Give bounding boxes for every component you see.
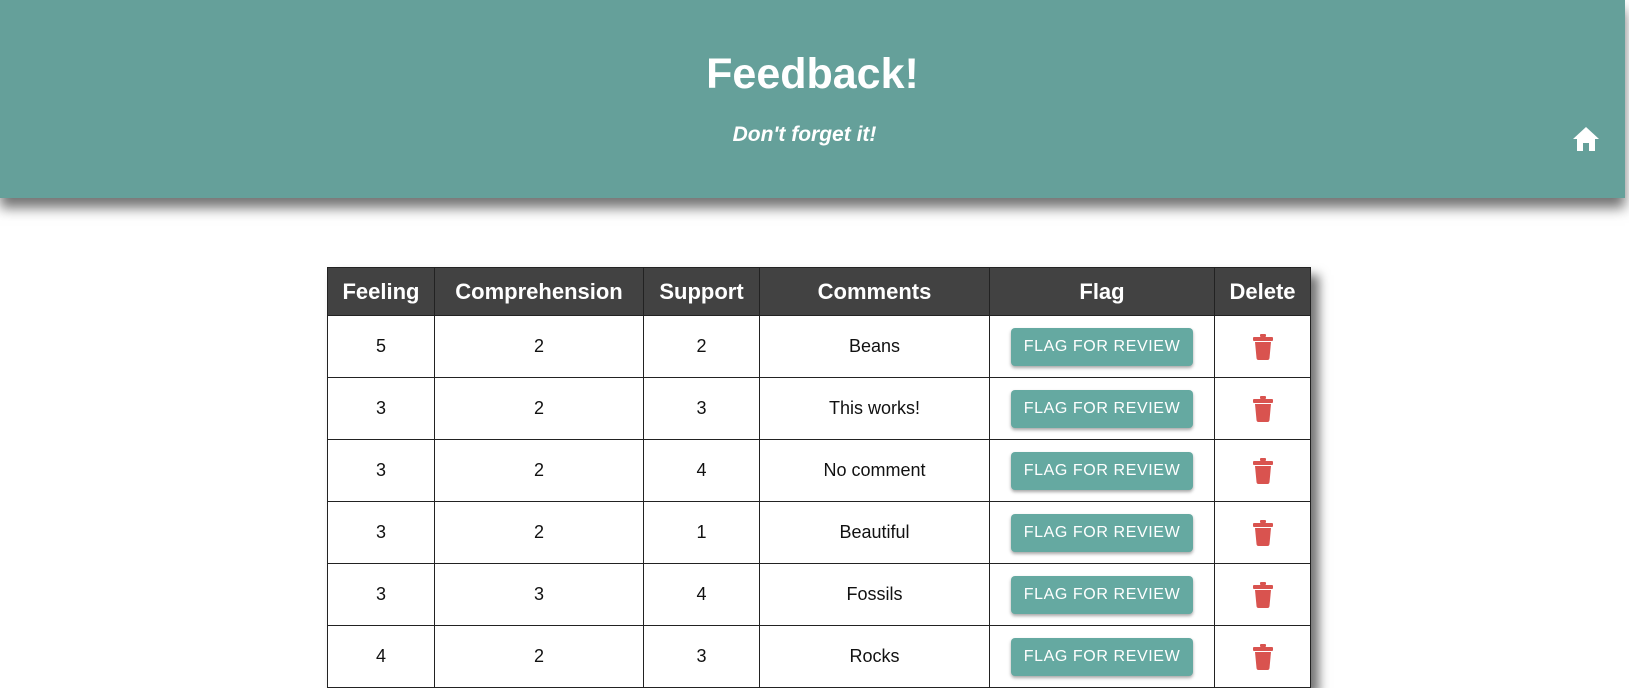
support-cell: 1 [643, 501, 760, 564]
support-cell: 3 [643, 625, 760, 688]
flag-for-review-button[interactable]: FLAG FOR REVIEW [1011, 327, 1193, 366]
table-row: 5 2 2 Beans FLAG FOR REVIEW [327, 315, 1311, 378]
comments-cell: This works! [759, 377, 990, 440]
trash-icon[interactable] [1252, 457, 1273, 484]
support-cell: 4 [643, 563, 760, 626]
flag-cell: FLAG FOR REVIEW [989, 501, 1215, 564]
flag-cell: FLAG FOR REVIEW [989, 563, 1215, 626]
home-button[interactable] [1572, 126, 1600, 152]
support-cell: 3 [643, 377, 760, 440]
support-cell: 4 [643, 439, 760, 502]
comments-cell: Beautiful [759, 501, 990, 564]
flag-cell: FLAG FOR REVIEW [989, 377, 1215, 440]
feeling-cell: 3 [327, 439, 435, 502]
comments-cell: Beans [759, 315, 990, 378]
flag-for-review-button[interactable]: FLAG FOR REVIEW [1011, 637, 1193, 676]
flag-for-review-button[interactable]: FLAG FOR REVIEW [1011, 451, 1193, 490]
page-subtitle: Don't forget it! [732, 123, 877, 146]
table-row: 3 2 4 No comment FLAG FOR REVIEW [327, 439, 1311, 502]
comprehension-cell: 2 [434, 439, 644, 502]
column-header-feeling: Feeling [327, 267, 435, 316]
delete-cell [1214, 377, 1311, 440]
feeling-cell: 4 [327, 625, 435, 688]
comprehension-cell: 2 [434, 625, 644, 688]
comments-cell: Rocks [759, 625, 990, 688]
column-header-flag: Flag [989, 267, 1215, 316]
comprehension-cell: 2 [434, 501, 644, 564]
column-header-comments: Comments [759, 267, 990, 316]
flag-for-review-button[interactable]: FLAG FOR REVIEW [1011, 513, 1193, 552]
support-cell: 2 [643, 315, 760, 378]
comprehension-cell: 2 [434, 315, 644, 378]
table-row: 3 3 4 Fossils FLAG FOR REVIEW [327, 563, 1311, 626]
flag-cell: FLAG FOR REVIEW [989, 439, 1215, 502]
table-row: 3 2 1 Beautiful FLAG FOR REVIEW [327, 501, 1311, 564]
comments-cell: No comment [759, 439, 990, 502]
flag-cell: FLAG FOR REVIEW [989, 625, 1215, 688]
column-header-support: Support [643, 267, 760, 316]
feeling-cell: 3 [327, 377, 435, 440]
flag-for-review-button[interactable]: FLAG FOR REVIEW [1011, 575, 1193, 614]
flag-cell: FLAG FOR REVIEW [989, 315, 1215, 378]
delete-cell [1214, 625, 1311, 688]
feedback-table: Feeling Comprehension Support Comments F… [327, 267, 1311, 688]
delete-cell [1214, 439, 1311, 502]
feeling-cell: 3 [327, 501, 435, 564]
flag-for-review-button[interactable]: FLAG FOR REVIEW [1011, 389, 1193, 428]
comments-cell: Fossils [759, 563, 990, 626]
delete-cell [1214, 501, 1311, 564]
app-header: Feedback! Don't forget it! [0, 0, 1625, 198]
feeling-cell: 3 [327, 563, 435, 626]
trash-icon[interactable] [1252, 519, 1273, 546]
table-header-row: Feeling Comprehension Support Comments F… [327, 267, 1311, 316]
trash-icon[interactable] [1252, 643, 1273, 670]
feedback-table-container: Feeling Comprehension Support Comments F… [327, 267, 1311, 688]
delete-cell [1214, 563, 1311, 626]
delete-cell [1214, 315, 1311, 378]
column-header-comprehension: Comprehension [434, 267, 644, 316]
trash-icon[interactable] [1252, 333, 1273, 360]
comprehension-cell: 3 [434, 563, 644, 626]
page-title: Feedback! [706, 50, 919, 98]
home-icon [1573, 127, 1599, 151]
table-row: 3 2 3 This works! FLAG FOR REVIEW [327, 377, 1311, 440]
column-header-delete: Delete [1214, 267, 1311, 316]
trash-icon[interactable] [1252, 395, 1273, 422]
comprehension-cell: 2 [434, 377, 644, 440]
table-row: 4 2 3 Rocks FLAG FOR REVIEW [327, 625, 1311, 688]
feeling-cell: 5 [327, 315, 435, 378]
trash-icon[interactable] [1252, 581, 1273, 608]
